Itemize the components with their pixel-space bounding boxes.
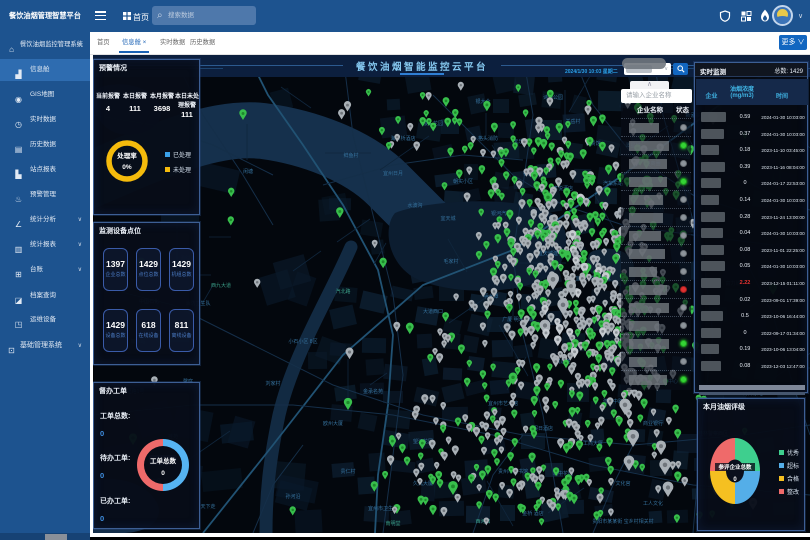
svg-text:贵仁村: 贵仁村 — [340, 468, 355, 475]
svg-text:处理率: 处理率 — [116, 151, 137, 160]
svg-text:海泉桥酒店: 海泉桥酒店 — [390, 135, 415, 142]
svg-text:朝实小区: 朝实小区 — [453, 178, 473, 185]
svg-text:西九大道: 西九大道 — [211, 282, 231, 289]
svg-text:商业银行: 商业银行 — [643, 420, 663, 427]
svg-text:格头消防: 格头消防 — [478, 135, 498, 142]
svg-text:刘家村: 刘家村 — [265, 380, 280, 387]
svg-text:金承名苑: 金承名苑 — [363, 388, 383, 395]
svg-text:宜州日月: 宜州日月 — [383, 170, 403, 177]
svg-text:久凡大厦: 久凡大厦 — [413, 480, 433, 487]
svg-text:文化宫: 文化宫 — [615, 480, 630, 487]
svg-text:工人文化: 工人文化 — [643, 500, 663, 507]
svg-text:大道西口: 大道西口 — [423, 308, 443, 315]
svg-text:小石小区 8区: 小石小区 8区 — [288, 338, 317, 345]
svg-text:孙河沿: 孙河沿 — [285, 493, 300, 500]
svg-text:南明堂: 南明堂 — [385, 520, 400, 527]
svg-text:欧州大厦: 欧州大厦 — [323, 420, 343, 427]
svg-text:毛家村: 毛家村 — [443, 258, 458, 265]
svg-text:工单总数: 工单总数 — [150, 456, 177, 465]
svg-text:闲塘: 闲塘 — [243, 168, 253, 175]
svg-text:贵阳市某某街 宝乡村相关村: 贵阳市某某街 宝乡村相关村 — [592, 518, 653, 525]
svg-text:天下走: 天下走 — [200, 504, 215, 510]
svg-text:鲜鱼村: 鲜鱼村 — [343, 152, 358, 159]
svg-text:0%: 0% — [122, 164, 132, 171]
svg-text:汽北路: 汽北路 — [335, 288, 350, 295]
svg-text:参评企业总数: 参评企业总数 — [718, 463, 752, 471]
svg-text:宜天城: 宜天城 — [440, 215, 455, 222]
svg-text:金桥 酒店: 金桥 酒店 — [522, 510, 543, 517]
svg-text:0: 0 — [161, 470, 165, 477]
svg-text:水波沟: 水波沟 — [407, 202, 422, 209]
